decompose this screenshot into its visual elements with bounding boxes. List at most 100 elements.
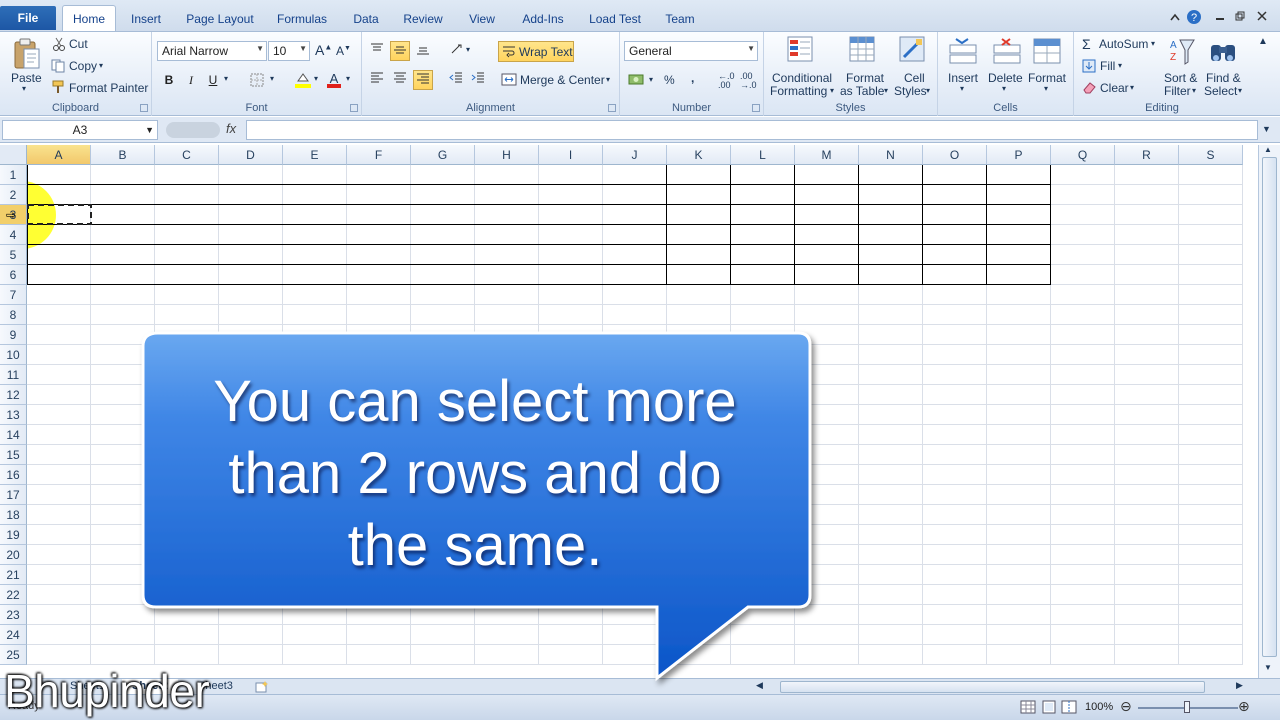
format-cells-button[interactable]: Format [1028, 71, 1066, 85]
align-right-icon[interactable] [413, 70, 433, 90]
hscroll-right-icon[interactable]: ▶ [1236, 680, 1243, 691]
row-header-10[interactable]: 10 [0, 345, 27, 365]
find-select-button-line1[interactable]: Find & [1206, 71, 1241, 85]
tab-addins[interactable]: Add-Ins [516, 8, 570, 30]
column-header-q[interactable]: Q [1051, 145, 1115, 165]
column-header-d[interactable]: D [219, 145, 283, 165]
font-color-dropdown-icon[interactable]: ▾ [346, 74, 350, 83]
sort-filter-button-line1[interactable]: Sort & [1164, 71, 1197, 85]
shrink-font-icon[interactable]: A▼ [336, 44, 351, 58]
row-header-8[interactable]: 8 [0, 305, 27, 325]
cell-styles-button-line2[interactable]: Styles [894, 84, 927, 98]
tab-formulas[interactable]: Formulas [272, 8, 332, 30]
window-restore-icon[interactable] [1232, 9, 1248, 25]
format-as-table-button-line2[interactable]: as Table [840, 84, 884, 98]
comma-button[interactable]: , [691, 71, 694, 85]
name-box-dropdown-icon[interactable]: ▼ [145, 121, 154, 139]
insert-function-icon[interactable]: fx [226, 121, 236, 136]
row-header-2[interactable]: 2 [0, 185, 27, 205]
window-minimize-icon[interactable] [1212, 9, 1228, 25]
borders-icon[interactable] [250, 73, 264, 90]
clipboard-launcher-icon[interactable] [140, 104, 148, 112]
row-header-11[interactable]: 11 [0, 365, 27, 385]
vertical-scrollbar[interactable]: ▲ ▼ [1258, 145, 1280, 678]
delete-cells-dropdown-icon[interactable]: ▾ [1002, 84, 1006, 93]
decrease-indent-icon[interactable] [446, 70, 466, 90]
row-header-24[interactable]: 24 [0, 625, 27, 645]
row-header-6[interactable]: 6 [0, 265, 27, 285]
align-bottom-icon[interactable] [413, 41, 433, 61]
find-select-dropdown-icon[interactable]: ▾ [1238, 86, 1242, 95]
accounting-dropdown-icon[interactable]: ▾ [649, 75, 653, 84]
copy-dropdown-icon[interactable]: ▾ [99, 61, 103, 70]
column-header-f[interactable]: F [347, 145, 411, 165]
alignment-launcher-icon[interactable] [608, 104, 616, 112]
column-header-p[interactable]: P [987, 145, 1051, 165]
row-header-22[interactable]: 22 [0, 585, 27, 605]
column-header-m[interactable]: M [795, 145, 859, 165]
page-layout-view-icon[interactable] [1041, 700, 1057, 717]
insert-cells-dropdown-icon[interactable]: ▾ [960, 84, 964, 93]
zoom-in-icon[interactable]: ⊕ [1238, 698, 1250, 715]
column-header-l[interactable]: L [731, 145, 795, 165]
sort-filter-button-line2[interactable]: Filter [1164, 84, 1191, 98]
conditional-formatting-button-line2[interactable]: Formatting [770, 84, 827, 98]
column-header-b[interactable]: B [91, 145, 155, 165]
tab-load-test[interactable]: Load Test [584, 8, 646, 30]
underline-button[interactable]: U [203, 70, 223, 90]
delete-cells-button[interactable]: Delete [988, 71, 1023, 85]
format-painter-button[interactable]: Format Painter [69, 81, 148, 95]
accounting-format-icon[interactable] [628, 72, 646, 89]
column-header-s[interactable]: S [1179, 145, 1243, 165]
row-header-5[interactable]: 5 [0, 245, 27, 265]
row-header-14[interactable]: 14 [0, 425, 27, 445]
percent-button[interactable]: % [664, 73, 675, 87]
column-header-c[interactable]: C [155, 145, 219, 165]
row-header-12[interactable]: 12 [0, 385, 27, 405]
tab-data[interactable]: Data [346, 8, 386, 30]
formula-bar-splitter[interactable] [166, 122, 220, 138]
column-header-k[interactable]: K [667, 145, 731, 165]
merge-center-button[interactable]: Merge & Center [520, 73, 605, 87]
format-as-table-button-line1[interactable]: Format [846, 71, 884, 85]
column-header-j[interactable]: J [603, 145, 667, 165]
cell-styles-dropdown-icon[interactable]: ▾ [926, 86, 930, 95]
tab-view[interactable]: View [462, 8, 502, 30]
row-header-13[interactable]: 13 [0, 405, 27, 425]
row-header-21[interactable]: 21 [0, 565, 27, 585]
row-header-9[interactable]: 9 [0, 325, 27, 345]
conditional-formatting-dropdown-icon[interactable]: ▾ [830, 86, 834, 95]
wrap-text-button[interactable]: Wrap Text [498, 41, 574, 62]
normal-view-icon[interactable] [1020, 700, 1036, 717]
orientation-dropdown-icon[interactable]: ▾ [466, 45, 470, 54]
cell-styles-button-line1[interactable]: Cell [904, 71, 925, 85]
conditional-formatting-button-line1[interactable]: Conditional [772, 71, 832, 85]
font-color-icon[interactable]: A [326, 71, 342, 92]
name-box[interactable]: A3 ▼ [2, 120, 158, 140]
row-header-15[interactable]: 15 [0, 445, 27, 465]
fill-button[interactable]: Fill [1100, 59, 1115, 73]
window-close-icon[interactable] [1254, 9, 1270, 25]
fill-color-dropdown-icon[interactable]: ▾ [314, 74, 318, 83]
align-left-icon[interactable] [367, 70, 387, 90]
row-header-1[interactable]: 1 [0, 165, 27, 185]
hscroll-left-icon[interactable]: ◀ [756, 680, 763, 691]
font-size-select[interactable]: 10 ▼ [268, 41, 310, 61]
format-cells-dropdown-icon[interactable]: ▾ [1044, 84, 1048, 93]
row-header-23[interactable]: 23 [0, 605, 27, 625]
row-header-18[interactable]: 18 [0, 505, 27, 525]
align-center-icon[interactable] [390, 70, 410, 90]
decrease-decimal-icon[interactable]: .00 →.0 [740, 72, 757, 90]
page-break-view-icon[interactable] [1061, 700, 1077, 717]
tab-team[interactable]: Team [660, 8, 700, 30]
borders-dropdown-icon[interactable]: ▾ [270, 74, 274, 83]
ribbon-scroll-up-icon[interactable]: ▲ [1258, 36, 1268, 47]
minimize-ribbon-icon[interactable] [1167, 9, 1183, 25]
increase-decimal-icon[interactable]: ←.0.00 [718, 72, 735, 90]
autosum-button[interactable]: AutoSum [1099, 37, 1148, 51]
number-launcher-icon[interactable] [752, 104, 760, 112]
row-header-4[interactable]: 4 [0, 225, 27, 245]
merge-center-dropdown-icon[interactable]: ▾ [606, 75, 610, 84]
align-top-icon[interactable] [367, 41, 387, 61]
row-header-20[interactable]: 20 [0, 545, 27, 565]
